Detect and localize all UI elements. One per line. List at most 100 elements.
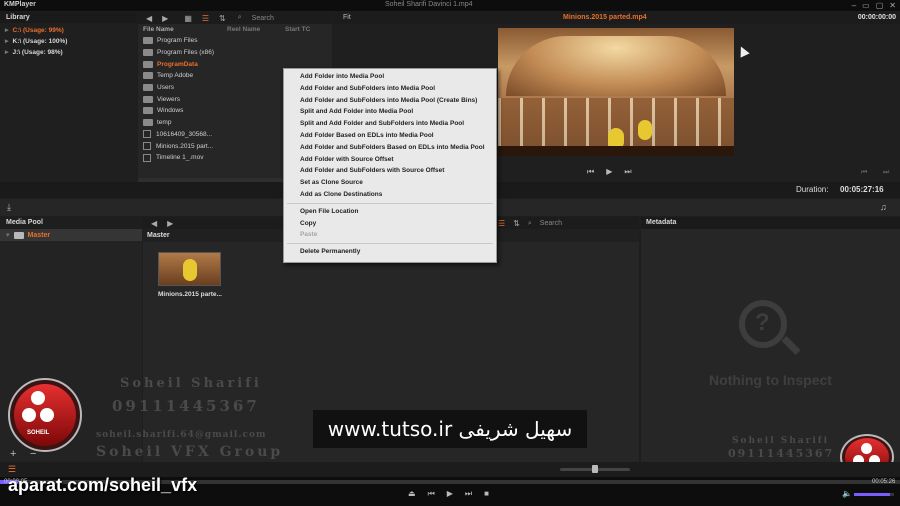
menu-item[interactable]: Add Folder and SubFolders into Media Poo… — [284, 95, 496, 107]
column-file-name[interactable]: File Name — [143, 26, 227, 33]
expand-arrow-icon[interactable]: ▸ — [5, 49, 9, 56]
grid-view-icon[interactable]: ▦ — [184, 14, 192, 23]
drive-label: K:\ (Usage: 100%) — [12, 38, 68, 45]
eject-icon[interactable]: ⏏ — [408, 489, 416, 499]
expand-arrow-icon[interactable]: ▸ — [5, 27, 9, 34]
skip-back-icon[interactable]: ⏮ — [861, 169, 867, 177]
logo-petal — [31, 391, 45, 405]
aparat-watermark: aparat.com/soheil_vfx — [8, 475, 198, 495]
menu-item[interactable]: Add Folder Based on EDLs into Media Pool — [284, 130, 496, 142]
menu-item[interactable]: Add as Clone Destinations — [284, 189, 496, 201]
zoom-slider[interactable] — [560, 465, 630, 473]
menu-item[interactable]: Add Folder and SubFolders Based on EDLs … — [284, 142, 496, 154]
menu-item: Paste — [300, 231, 318, 239]
add-bin-button[interactable]: + — [10, 448, 16, 460]
sort-menu-icon[interactable]: ⇅ — [219, 14, 226, 23]
clip-thumbnail[interactable] — [158, 252, 221, 286]
browser-column-headers: File Name Reel Name Start TC — [138, 24, 332, 35]
watermark-email: soheil.sharifi.64@gmail.com — [96, 430, 267, 440]
file-name: temp — [157, 119, 172, 127]
pool-back-icon[interactable]: ◀ — [151, 219, 157, 228]
tutso-overlay: www.tutso.ir سهیل شریفی — [313, 410, 587, 448]
minimize-button[interactable]: – — [852, 1, 856, 10]
pool-search-input[interactable]: Search — [540, 220, 562, 227]
page-list-icon[interactable]: ☰ — [8, 464, 16, 475]
menu-item[interactable]: Split and Add Folder and SubFolders into… — [284, 118, 496, 130]
menu-item[interactable]: Delete Permanently — [284, 246, 496, 258]
column-start-tc[interactable]: Start TC — [285, 26, 310, 33]
volume-icon[interactable]: 🔈 — [842, 489, 852, 498]
watermark-phone-right: 09111445367 — [728, 447, 835, 460]
watermark-name-right: Soheil Sharifi — [732, 436, 830, 446]
skip-forward-icon[interactable]: ⏭ — [883, 169, 889, 177]
menu-item[interactable]: Split and Add Folder into Media Pool — [284, 106, 496, 118]
expand-arrow-icon[interactable]: ▸ — [5, 38, 9, 45]
back-arrow-icon[interactable]: ◀ — [146, 14, 152, 23]
nothing-to-inspect: Nothing to Inspect — [709, 372, 832, 388]
volume-slider[interactable] — [854, 493, 894, 496]
maximize-button[interactable]: ▢ — [876, 1, 884, 10]
stop-icon[interactable]: ■ — [484, 489, 489, 499]
title-bar: KMPlayer Soheil Sharifi Davinci 1.mp4 – … — [0, 0, 900, 11]
folder-icon — [143, 84, 153, 92]
search-icon: ⌕ — [237, 14, 242, 21]
file-name: 10616409_30568... — [156, 130, 213, 138]
close-button[interactable]: ✕ — [889, 1, 896, 10]
file-row[interactable]: Program Files (x86) — [143, 47, 332, 59]
metadata-panel: Metadata ? Nothing to Inspect — [641, 217, 900, 462]
total-time: 00:05:26 — [872, 479, 896, 485]
bin-master[interactable]: ▾ Master — [0, 229, 142, 241]
drive-item[interactable]: ▸ C:\ (Usage: 99%) — [5, 25, 137, 36]
next-icon[interactable]: ⏭ — [624, 167, 631, 177]
drive-item[interactable]: ▸ K:\ (Usage: 100%) — [5, 36, 137, 47]
previous-icon[interactable]: ⏮ — [587, 167, 594, 177]
column-reel-name[interactable]: Reel Name — [227, 26, 285, 33]
pool-list-icon[interactable]: ☰ — [498, 219, 505, 228]
logo-petal — [22, 408, 36, 422]
next-track-icon[interactable]: ⏭ — [465, 489, 472, 499]
menu-item[interactable]: Open File Location — [284, 206, 496, 218]
menu-item[interactable]: Add Folder into Media Pool — [284, 71, 496, 83]
file-name: Minions.2015 part... — [156, 142, 214, 150]
import-icon[interactable]: ⤓ — [7, 202, 11, 213]
file-name: Users — [157, 84, 174, 92]
menu-item[interactable]: Copy — [284, 218, 496, 230]
menu-separator — [287, 202, 493, 204]
menu-item[interactable]: Set as Clone Source — [284, 177, 496, 189]
list-view-icon[interactable]: ☰ — [202, 14, 209, 23]
menu-item[interactable]: Add Folder and SubFolders with Source Of… — [284, 165, 496, 177]
menu-item[interactable]: Add Folder and SubFolders into Media Poo… — [284, 83, 496, 95]
forward-arrow-icon[interactable]: ▶ — [162, 14, 168, 23]
media-pool-header: Media Pool — [0, 217, 142, 229]
pool-view-controls: ☰ ⇅ ⌕ Search — [498, 219, 562, 228]
duration-label: Duration: — [796, 185, 829, 194]
prev-track-icon[interactable]: ⏮ — [428, 489, 435, 499]
video-frame — [498, 28, 734, 156]
expand-icon[interactable]: ▾ — [6, 231, 10, 239]
browser-search-input[interactable]: Search — [252, 15, 274, 22]
player-play-icon[interactable]: ▶ — [447, 489, 453, 499]
play-icon[interactable]: ▶ — [606, 167, 612, 177]
restore-button[interactable]: ▭ — [862, 1, 870, 10]
folder-icon — [143, 72, 153, 80]
window-controls: – ▭ ▢ ✕ — [852, 1, 896, 10]
pool-forward-icon[interactable]: ▶ — [167, 219, 173, 228]
pool-search-icon: ⌕ — [527, 219, 532, 227]
file-name: Temp Adobe — [157, 72, 194, 80]
pool-sort-icon[interactable]: ⇅ — [513, 219, 520, 228]
drive-label: C:\ (Usage: 99%) — [12, 27, 64, 34]
file-name: Program Files — [157, 37, 198, 45]
remove-bin-button[interactable]: − — [30, 448, 36, 460]
player-controls: ⏏ ⏮ ▶ ⏭ ■ — [408, 489, 489, 499]
audio-icon[interactable]: ♫ — [880, 202, 887, 212]
menu-item[interactable]: Add Folder with Source Offset — [284, 154, 496, 166]
file-row[interactable]: Program Files — [143, 35, 332, 47]
drive-item[interactable]: ▸ J:\ (Usage: 98%) — [5, 47, 137, 58]
file-name: Viewers — [157, 95, 181, 103]
folder-icon — [143, 49, 153, 57]
timecode-display: 00:00:00:00 — [857, 14, 896, 21]
folder-icon — [143, 60, 153, 68]
bin-master-label: Master — [27, 231, 51, 239]
folder-icon — [143, 119, 153, 127]
fit-dropdown[interactable]: Fit — [343, 14, 351, 21]
